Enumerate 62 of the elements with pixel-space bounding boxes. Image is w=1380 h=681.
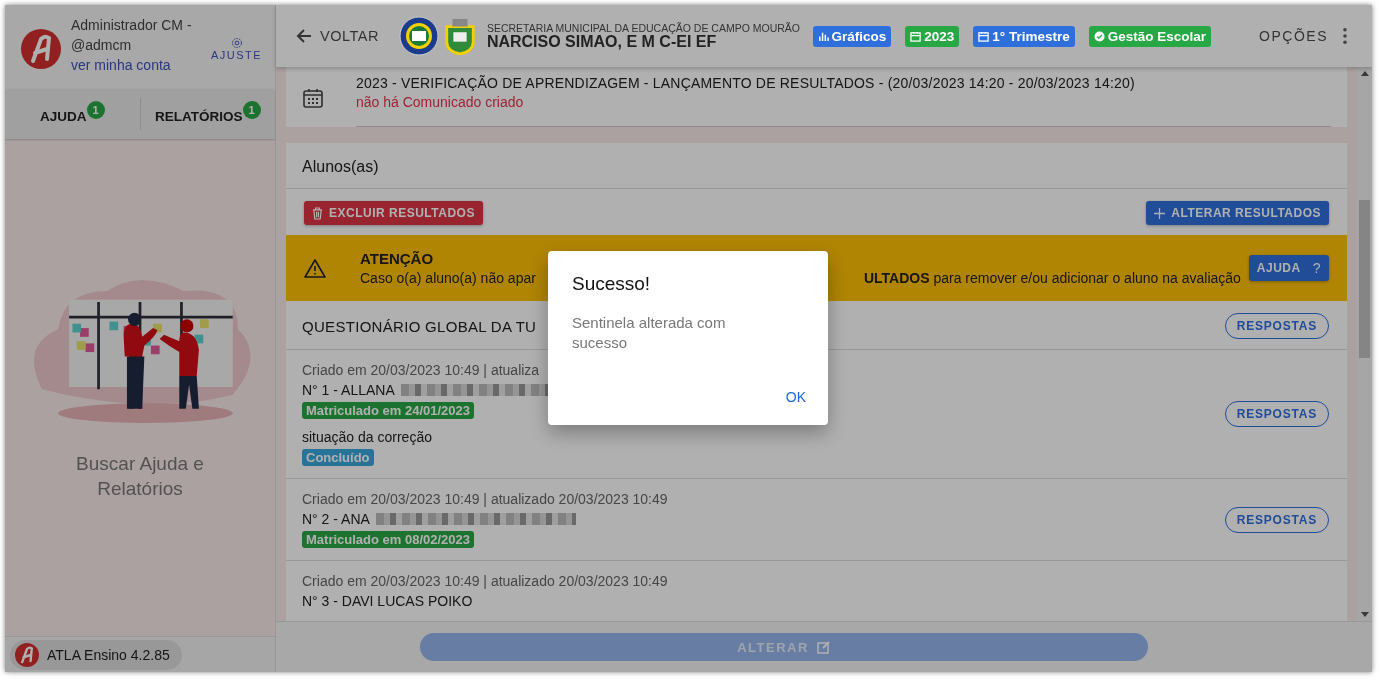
version-text: ATLA Ensino 4.2.85 — [47, 646, 170, 663]
check-circle-icon — [1093, 30, 1105, 42]
trash-icon — [312, 206, 323, 220]
filter-chip[interactable]: 2023 — [905, 25, 960, 47]
logo-icon — [15, 642, 39, 667]
options-button[interactable]: OPÇÕES — [1259, 27, 1348, 45]
scroll-up-icon — [1360, 71, 1369, 76]
scroll-down-icon — [1360, 612, 1369, 617]
created-date-text: Criado em 20/03/2023 10:49 | atualizado 20/03/2023 10:49 — [302, 491, 668, 507]
logo-icon — [21, 29, 61, 69]
created-date-text: Criado em 20/03/2023 10:49 | atualiza — [302, 362, 540, 378]
edit-icon — [816, 640, 831, 654]
scrollbar[interactable] — [1357, 67, 1372, 621]
edit-results-button[interactable]: ALTERAR RESULTADOS — [1146, 201, 1329, 225]
student-name: N° 3 - DAVI LUCAS POIKO — [302, 593, 473, 609]
user-name: Administrador CM - @admcm — [71, 16, 193, 55]
status-badge: Concluído — [302, 449, 374, 466]
filter-chip[interactable]: Gestão Escolar — [1088, 25, 1212, 47]
department-name: SECRETARIA MUNICIPAL DA EDUCAÇÃO DE CAMPO MOURÃO — [486, 22, 800, 34]
scrollbar-thumb[interactable] — [1359, 200, 1370, 358]
warning-text: Caso o(a) aluno(a) não apar — [360, 270, 536, 286]
event-title: 2023 - VERIFICAÇÃO DE APRENDIZAGEM - LANÇAMENTO DE RESULTADOS - (20/03/2023 14:20 - 20/03/2023 14:20) — [356, 75, 1136, 91]
filter-chip[interactable]: 1° Trimestre — [973, 25, 1075, 47]
answers-button[interactable]: RESPOSTAS — [1224, 506, 1329, 533]
answers-button[interactable]: RESPOSTAS — [1224, 313, 1329, 339]
more-vertical-icon — [1342, 27, 1348, 45]
dialog-message: Sentinela alterada com sucesso — [572, 313, 727, 353]
student-name: N° 2 - ANA — [302, 511, 370, 527]
crest-icon — [398, 16, 439, 56]
settings-button[interactable]: AJUSTE — [211, 37, 263, 61]
back-button[interactable]: VOLTAR — [294, 26, 379, 46]
enrollment-badge: Matriculado em 24/01/2023 — [302, 402, 475, 419]
filter-chip[interactable]: Gráficos — [812, 25, 892, 47]
empty-state-text: Buscar Ajuda e Relatórios — [75, 452, 205, 501]
warning-text: ULTADOS para remover e/ou adicionar o aluno na avaliação — [863, 270, 1241, 286]
status-label: situação da correção — [302, 429, 432, 445]
calendar-icon — [302, 87, 324, 109]
warning-icon — [304, 258, 326, 278]
school-name: NARCISO SIMAO, E M C-EI EF — [486, 34, 718, 50]
section-title: Alunos(as) — [302, 158, 379, 175]
student-name: N° 1 - ALLANA — [302, 382, 395, 398]
questionnaire-title: QUESTIONÁRIO GLOBAL DA TU — [302, 317, 537, 335]
count-badge: 1 — [242, 101, 261, 119]
calendar-icon — [978, 30, 990, 42]
warning-title: ATENÇÃO — [360, 250, 435, 267]
calendar-icon — [910, 30, 922, 42]
coat-of-arms-icon — [442, 17, 477, 55]
delete-results-button[interactable]: EXCLUIR RESULTADOS — [304, 201, 483, 225]
count-badge: 1 — [86, 101, 105, 119]
settings-icon — [230, 37, 243, 49]
enrollment-badge: Matriculado em 08/02/2023 — [302, 531, 475, 548]
account-link[interactable]: ver minha conta — [71, 57, 201, 73]
answers-button[interactable]: RESPOSTAS — [1224, 401, 1329, 427]
sidebar-tab[interactable]: RELATÓRIOS 1 — [140, 103, 275, 125]
notice-text: não há Comunicado criado — [356, 94, 525, 110]
help-button[interactable]: AJUDA ? — [1248, 255, 1329, 281]
dialog-title: Sucesso! — [572, 273, 652, 295]
bar-chart-icon — [817, 30, 829, 42]
ok-button[interactable]: OK — [779, 385, 812, 409]
plus-icon — [1154, 207, 1166, 219]
sidebar-tab[interactable]: AJUDA 1 — [5, 103, 140, 125]
created-date-text: Criado em 20/03/2023 10:49 | atualizado 20/03/2023 10:49 — [302, 573, 668, 589]
